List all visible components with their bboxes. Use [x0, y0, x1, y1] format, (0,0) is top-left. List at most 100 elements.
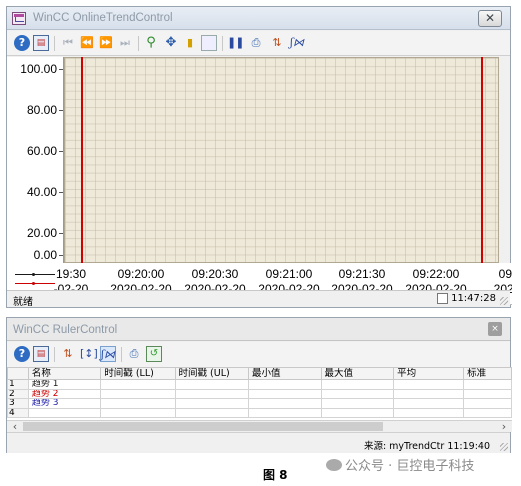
fx-icon[interactable]: ʃ⋈: [289, 35, 305, 51]
help-icon[interactable]: ?: [14, 35, 30, 51]
select-tags-icon[interactable]: ⇅: [60, 346, 76, 362]
y-axis-tick: [59, 151, 63, 152]
table-cell: [174, 388, 249, 399]
fx-icon[interactable]: ʃ⋈: [100, 346, 116, 362]
table-cell: [100, 398, 176, 409]
table-cell: [247, 388, 322, 399]
y-axis-tick: [59, 69, 63, 70]
toolbar-separator: [121, 347, 122, 362]
zoom-area-icon[interactable]: ⚲: [143, 35, 159, 51]
row-number: 3: [7, 398, 29, 409]
last-record-icon[interactable]: ⏭: [117, 35, 133, 51]
config-icon[interactable]: ▤: [33, 346, 49, 362]
select-tags-icon[interactable]: ⇅: [269, 35, 285, 51]
ruler-icon[interactable]: ▮: [182, 35, 198, 51]
trend-name-cell: [27, 407, 102, 418]
y-axis-label: 40.00: [26, 185, 57, 199]
table-column-header[interactable]: 时间戳 (LL): [100, 367, 176, 380]
next-record-icon[interactable]: ⏩: [98, 35, 114, 51]
trend-titlebar: WinCC OnlineTrendControl ✕: [7, 7, 510, 30]
status-text: 就绪: [13, 297, 33, 308]
x-axis-time: 09:20:30: [191, 267, 239, 281]
export-icon[interactable]: ↺: [146, 346, 162, 362]
wechat-icon: [326, 459, 342, 471]
table-cell: [463, 398, 512, 409]
watermark-text: 公众号 · 巨控电子科技: [345, 459, 475, 474]
table-cell: [320, 407, 395, 418]
table-cell: [100, 388, 176, 399]
y-axis-label: 60.00: [26, 144, 57, 158]
table-cell: [247, 379, 322, 390]
statistics-area-icon[interactable]: [201, 35, 217, 51]
y-axis-label: 0.00: [33, 248, 57, 262]
table-column-header[interactable]: 标准: [463, 367, 512, 380]
table-cell: [393, 398, 465, 409]
y-axis: 100.00 80.00 60.00 40.00 20.00 0.00: [7, 57, 64, 263]
scroll-thumb[interactable]: [23, 422, 383, 431]
ruler-window-title: WinCC RulerControl: [13, 324, 118, 336]
table-row[interactable]: 3 趋势 3: [7, 398, 512, 409]
x-axis-time: 09:20:00: [117, 267, 165, 281]
x-axis-time: 09:22:00: [412, 267, 460, 281]
table-cell: [320, 398, 395, 409]
table-column-header[interactable]: 时间戳 (UL): [174, 367, 249, 380]
y-axis-tick: [59, 192, 63, 193]
row-number: 4: [7, 407, 29, 418]
table-column-header[interactable]: 最小值: [247, 367, 322, 380]
x-axis-time: 09:21:30: [338, 267, 386, 281]
trend-plot-area[interactable]: [64, 57, 499, 263]
resize-grip-icon[interactable]: [500, 443, 508, 451]
table-cell: [247, 398, 322, 409]
table-cell: [174, 379, 249, 390]
table-row[interactable]: 2 趋势 2: [7, 388, 512, 399]
table-cell: [100, 379, 176, 390]
table-cell: [463, 379, 512, 390]
trend-name-cell: 趋势 2: [27, 388, 102, 399]
x-axis-time: 09:: [498, 267, 512, 281]
y-axis-label: 100.00: [20, 62, 57, 76]
trend-name-cell: 趋势 1: [27, 379, 102, 390]
figure-caption: 图 8: [263, 468, 288, 482]
stop-icon[interactable]: ❚❚: [227, 35, 244, 51]
toolbar-separator: [222, 36, 223, 51]
table-cell: [463, 388, 512, 399]
table-column-header[interactable]: 最大值: [320, 367, 395, 380]
x-axis-time: 09:21:00: [265, 267, 313, 281]
move-area-icon[interactable]: ✥: [163, 35, 179, 51]
ruler-titlebar: WinCC RulerControl ×: [7, 318, 510, 341]
table-cell: [393, 388, 465, 399]
watermark: 公众号 · 巨控电子科技: [326, 455, 474, 474]
row-number: 2: [7, 388, 29, 399]
table-cell: [247, 407, 322, 418]
help-icon[interactable]: ?: [14, 346, 30, 362]
row-number: 1: [7, 379, 29, 390]
print-icon[interactable]: ⎙: [248, 35, 264, 51]
table-cell: [320, 379, 395, 390]
table-cell: [320, 388, 395, 399]
resize-grip-icon[interactable]: [500, 297, 508, 305]
ruler-statusbar: 来源: myTrendCtr 11:19:40: [7, 432, 510, 453]
select-columns-icon[interactable]: [↕]: [80, 346, 98, 362]
table-column-header[interactable]: 名称: [27, 367, 102, 380]
table-column-header[interactable]: 平均: [393, 367, 465, 380]
table-column-header[interactable]: [7, 367, 29, 380]
app-icon: [12, 12, 26, 25]
ruler-close-button[interactable]: ×: [488, 322, 502, 336]
online-trend-control-window: WinCC OnlineTrendControl ✕ ? ▤ ⏮ ⏪ ⏩ ⏭ ⚲…: [6, 6, 512, 308]
y-axis-tick: [59, 255, 63, 256]
first-record-icon[interactable]: ⏮: [60, 35, 76, 51]
horizontal-scrollbar[interactable]: ‹ ›: [7, 420, 512, 433]
config-icon[interactable]: ▤: [33, 35, 49, 51]
toolbar-separator: [54, 36, 55, 51]
table-row[interactable]: 1 趋势 1: [7, 379, 512, 390]
x-axis-time: 19:30: [55, 267, 87, 281]
table-cell: [100, 407, 176, 418]
table-cell: [463, 407, 512, 418]
close-button[interactable]: ✕: [478, 10, 502, 27]
print-icon[interactable]: ⎙: [126, 346, 142, 362]
table-row[interactable]: 4: [7, 407, 512, 418]
trend-statusbar: 就绪 11:47:28: [7, 290, 510, 308]
table-cell: [393, 407, 465, 418]
previous-record-icon[interactable]: ⏪: [79, 35, 95, 51]
table-cell: [174, 407, 249, 418]
